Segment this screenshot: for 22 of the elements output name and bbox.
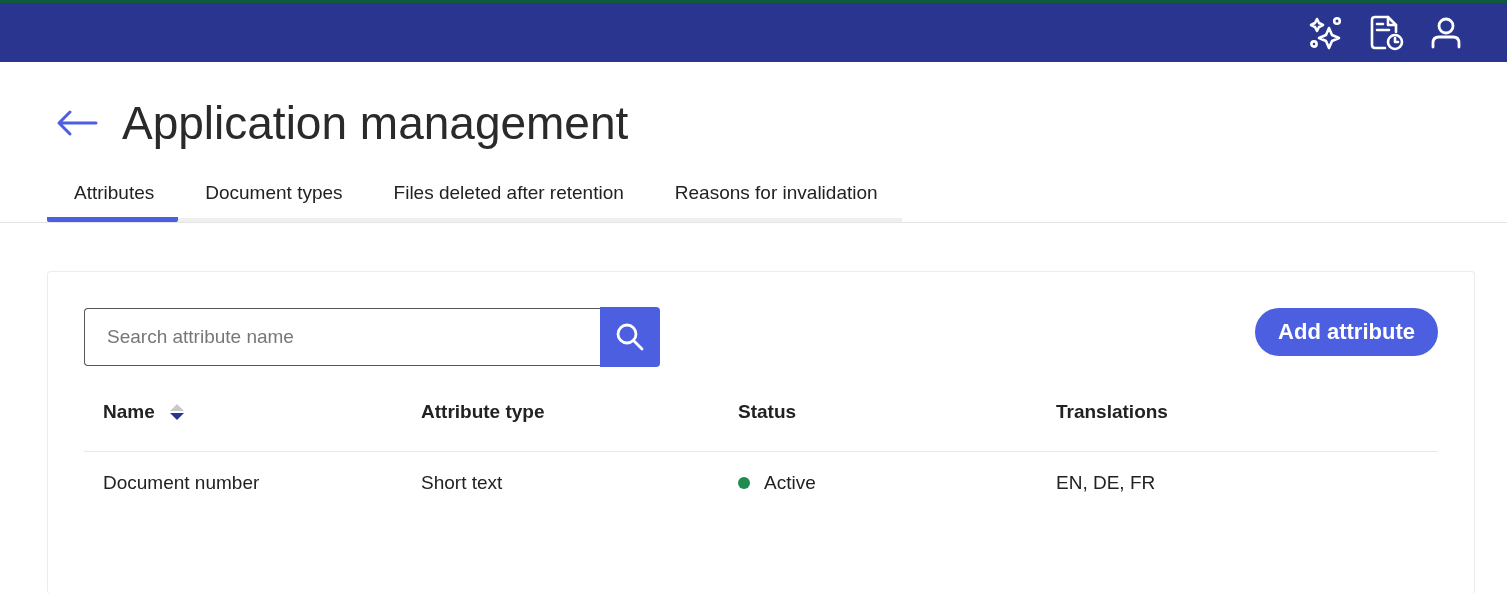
sort-icon[interactable] (168, 402, 185, 422)
search-button[interactable] (600, 307, 660, 367)
table-cell: Document number (103, 472, 260, 494)
column-header: Translations (1056, 401, 1168, 423)
add-attribute-button[interactable]: Add attribute (1255, 308, 1438, 356)
tab[interactable]: Attributes (47, 174, 179, 222)
user-icon[interactable] (1431, 16, 1461, 49)
column-header: Status (738, 401, 797, 423)
status-label: Active (764, 472, 816, 494)
table-cell: EN, DE, FR (1056, 472, 1156, 494)
column-header: Name (103, 401, 155, 423)
page-title: Application management (122, 96, 629, 150)
column-header: Attribute type (421, 401, 545, 423)
tab[interactable]: Reasons for invalidation (647, 174, 902, 222)
search-icon (615, 322, 645, 352)
document-clock-icon[interactable] (1369, 14, 1405, 51)
tab[interactable]: Document types (178, 174, 367, 222)
search-field[interactable]: Search attribute name (84, 308, 600, 366)
table-cell: Short text (421, 472, 503, 494)
back-arrow-icon[interactable] (56, 109, 98, 137)
sparkles-icon[interactable] (1309, 15, 1343, 50)
tab[interactable]: Files deleted after retention (366, 174, 648, 222)
